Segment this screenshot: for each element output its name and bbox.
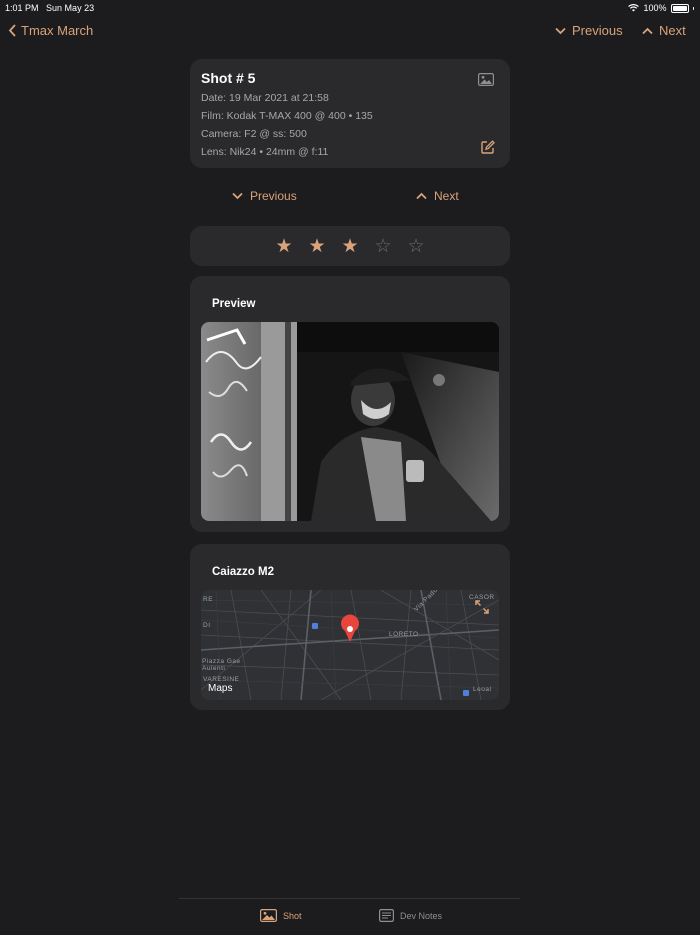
navigation-bar: Tmax March Previous Next: [0, 20, 700, 44]
preview-photo-graphic: [201, 322, 499, 521]
shot-film: Film: Kodak T-MAX 400 @ 400 • 135: [201, 110, 373, 122]
map-streets: [201, 590, 499, 700]
shot-title: Shot # 5: [201, 70, 256, 86]
back-label: Tmax March: [21, 23, 94, 38]
status-date: Sun May 23: [46, 3, 95, 13]
edit-icon[interactable]: [481, 140, 495, 154]
previous-shot-label: Previous: [250, 189, 297, 203]
back-button[interactable]: Tmax March: [8, 23, 93, 38]
star-icon-3[interactable]: ★: [334, 235, 367, 258]
tab-shot-label: Shot: [283, 910, 302, 921]
tab-dev-notes-label: Dev Notes: [400, 910, 443, 921]
star-icon-4[interactable]: ☆: [367, 235, 400, 258]
nav-next-label: Next: [659, 23, 686, 38]
preview-heading: Preview: [212, 298, 256, 310]
location-map[interactable]: RE DI CASOR LORETO Via Padova Piazza Gae…: [201, 590, 499, 700]
chevron-left-icon: [8, 24, 16, 37]
map-label-leoal: Leoal: [473, 686, 492, 693]
chevron-down-icon: [555, 27, 566, 34]
nav-previous-button[interactable]: Previous: [555, 23, 623, 38]
chevron-up-icon: [416, 192, 427, 200]
next-shot-button[interactable]: Next: [416, 189, 459, 203]
maps-brand-label: Maps: [208, 683, 233, 694]
notes-icon: [379, 909, 394, 922]
battery-percent: 100%: [643, 3, 667, 13]
shot-camera: Camera: F2 @ ss: 500: [201, 128, 307, 140]
shot-lens: Lens: Nik24 • 24mm @ f:11: [201, 146, 329, 158]
previous-shot-button[interactable]: Previous: [232, 189, 297, 203]
chevron-up-icon: [642, 27, 653, 34]
star-icon-5[interactable]: ☆: [400, 235, 433, 258]
photo-tab-icon: [260, 909, 277, 922]
next-shot-label: Next: [434, 189, 459, 203]
nav-next-button[interactable]: Next: [642, 23, 686, 38]
shot-pager: Previous Next: [0, 189, 700, 207]
location-card: Caiazzo M2 RE DI CASOR LORETO Via Padova…: [190, 544, 510, 710]
map-label-varesine: VARESINE: [203, 676, 240, 683]
preview-card: Preview: [190, 276, 510, 532]
map-label-re: RE: [203, 596, 214, 603]
tab-shot[interactable]: Shot: [260, 909, 302, 922]
star-rating: ★ ★ ★ ☆ ☆: [190, 235, 510, 258]
battery-tip: [692, 6, 694, 10]
tab-bar: Shot Dev Notes: [179, 898, 520, 935]
status-right: 100%: [628, 3, 694, 13]
preview-photo[interactable]: [201, 322, 499, 521]
location-heading: Caiazzo M2: [212, 566, 274, 578]
photo-icon: [478, 73, 494, 86]
star-icon-1[interactable]: ★: [268, 235, 301, 258]
battery-icon: [670, 3, 689, 13]
status-bar: 1:01 PM Sun May 23 100%: [0, 0, 700, 14]
shot-date: Date: 19 Mar 2021 at 21:58: [201, 92, 329, 104]
star-icon-2[interactable]: ★: [301, 235, 334, 258]
map-label-di: DI: [203, 622, 211, 629]
maps-brand: Maps: [208, 683, 232, 694]
map-pin-icon: [341, 614, 359, 642]
status-time: 1:01 PM: [5, 3, 39, 13]
tab-dev-notes[interactable]: Dev Notes: [379, 909, 442, 922]
status-left: 1:01 PM Sun May 23: [5, 3, 94, 13]
expand-icon[interactable]: [475, 600, 489, 614]
rating-card: ★ ★ ★ ☆ ☆: [190, 226, 510, 266]
wifi-icon: [628, 4, 640, 12]
shot-info-card: Shot # 5 Date: 19 Mar 2021 at 21:58 Film…: [190, 59, 510, 168]
chevron-down-icon: [232, 192, 243, 200]
map-label-loreto: LORETO: [389, 631, 419, 638]
map-label-piazza: Piazza Gae Aulenti: [202, 658, 241, 672]
nav-previous-label: Previous: [572, 23, 623, 38]
